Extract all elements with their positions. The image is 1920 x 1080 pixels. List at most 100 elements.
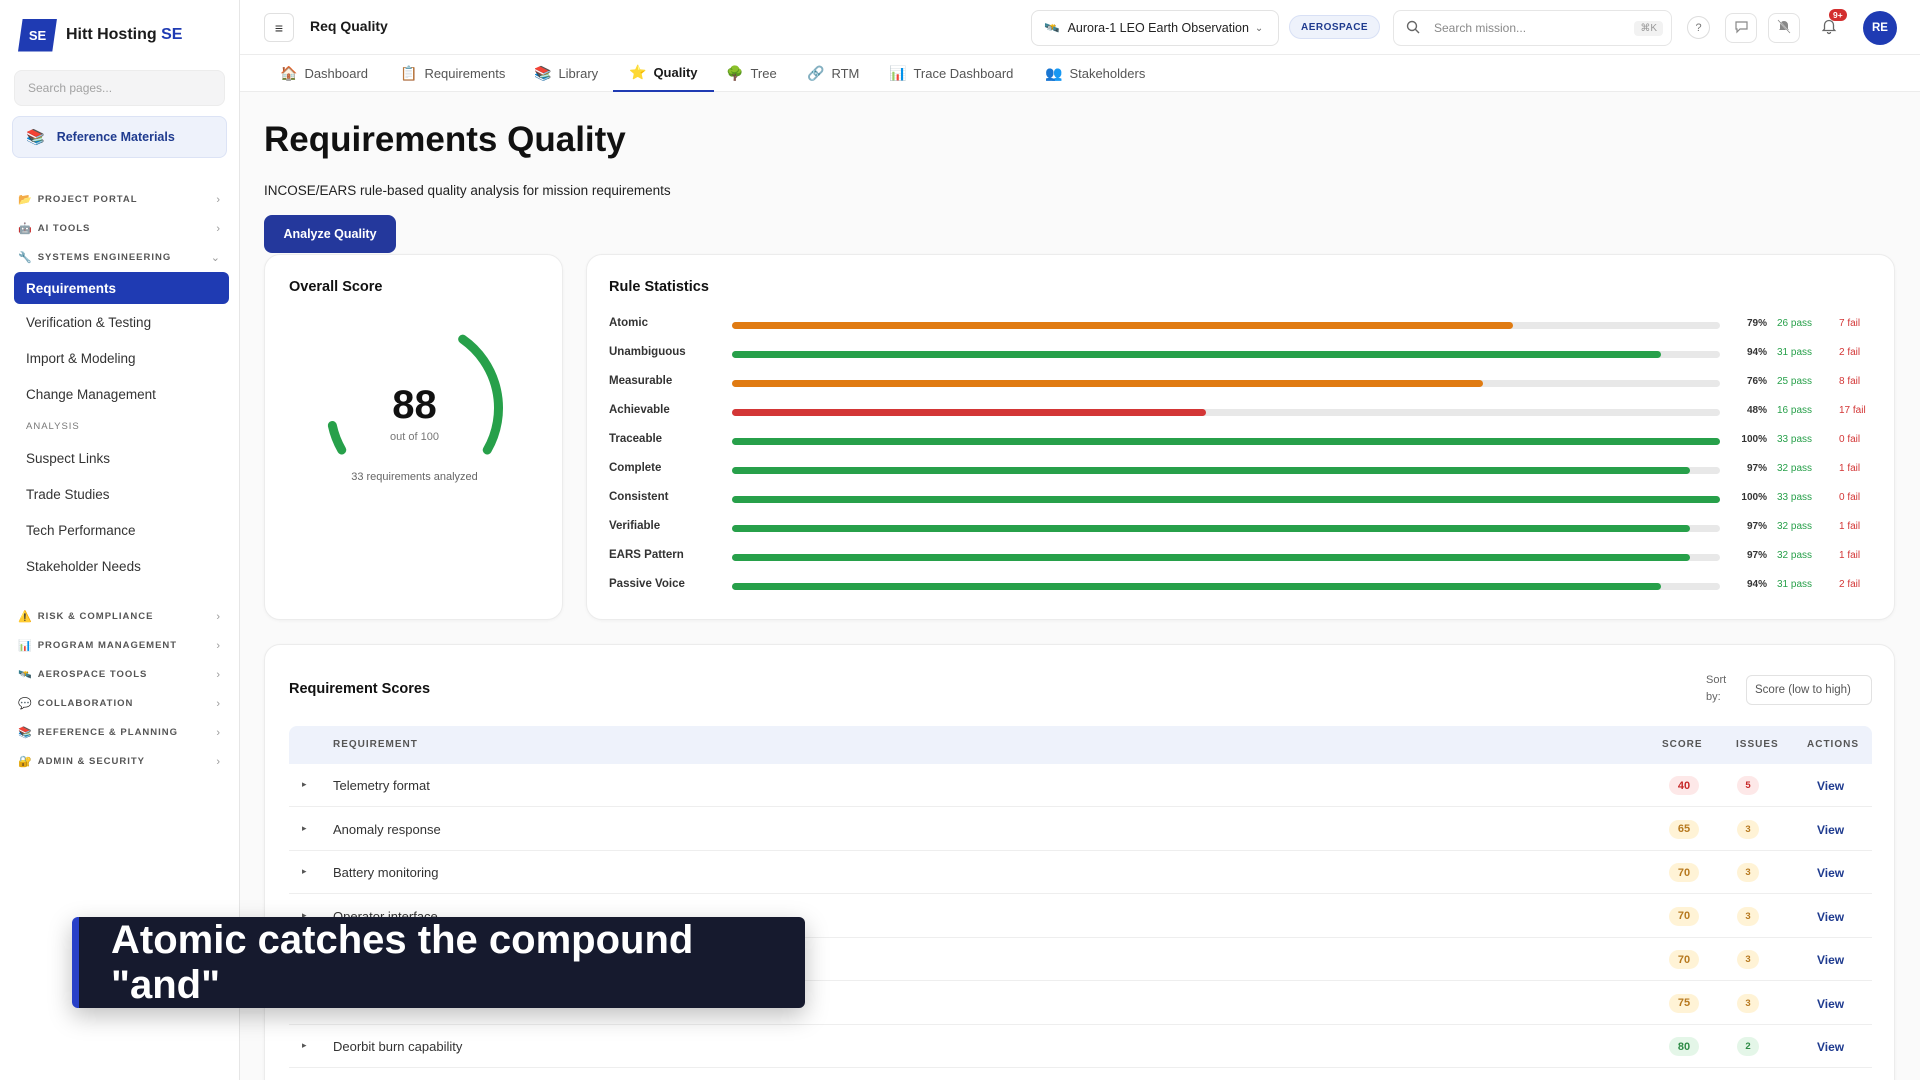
reference-materials-link[interactable]: 📚 Reference Materials	[12, 116, 227, 158]
rule-name: Verifiable	[609, 520, 661, 532]
nav-group-aerospace-tools[interactable]: 🛰️ AEROSPACE TOOLS ›	[0, 660, 239, 689]
rule-pass-count: 33 pass	[1777, 434, 1813, 445]
nav-group-systems-engineering[interactable]: 🔧 SYSTEMS ENGINEERING ⌄	[0, 243, 239, 272]
tab-stakeholders[interactable]: 👥 Stakeholders	[1029, 55, 1161, 92]
sidebar-item-verification-testing[interactable]: Verification & Testing	[0, 304, 239, 340]
table-row[interactable]: ▸ Telemetry format 40 5 View	[289, 764, 1872, 807]
rule-row: Complete 97% 32 pass 1 fail	[609, 460, 1889, 480]
nav-group-risk-compliance[interactable]: ⚠️ RISK & COMPLIANCE ›	[0, 602, 239, 631]
view-link[interactable]: View	[1817, 1040, 1844, 1054]
table-row[interactable]: ▸ Anomaly response 65 3 View	[289, 808, 1872, 851]
rule-progress-track	[732, 525, 1720, 532]
column-header-score[interactable]: SCORE	[1662, 739, 1703, 750]
analyze-quality-button[interactable]: Analyze Quality	[264, 215, 396, 253]
chevron-right-icon: ›	[216, 668, 221, 681]
requirement-name: Anomaly response	[333, 821, 441, 837]
lock-icon: 🔐	[18, 756, 33, 768]
nav-group-program-management[interactable]: 📊 PROGRAM MANAGEMENT ›	[0, 631, 239, 660]
folder-icon: 📂	[18, 194, 33, 206]
column-header-issues[interactable]: ISSUES	[1736, 739, 1779, 750]
expand-caret-icon[interactable]: ▸	[302, 779, 307, 790]
sort-select[interactable]: Score (low to high)	[1746, 675, 1872, 705]
rule-pass-count: 32 pass	[1777, 521, 1813, 532]
bell-slash-icon	[1777, 19, 1791, 37]
nav-group-label: AI TOOLS	[37, 223, 91, 234]
issues-pill: 3	[1737, 993, 1759, 1013]
rule-name: EARS Pattern	[609, 549, 684, 561]
view-link[interactable]: View	[1817, 779, 1844, 793]
table-row[interactable]: ▸ Deorbit burn capability 80 2 View	[289, 1025, 1872, 1068]
nav-group-reference-planning[interactable]: 📚 REFERENCE & PLANNING ›	[0, 718, 239, 747]
nav-group-ai-tools[interactable]: 🤖 AI TOOLS ›	[0, 214, 239, 243]
sidebar-item-change-management[interactable]: Change Management	[0, 376, 239, 412]
sidebar-item-suspect-links[interactable]: Suspect Links	[0, 440, 239, 476]
table-row[interactable]: ▸ Battery monitoring 70 3 View	[289, 851, 1872, 894]
issues-pill: 3	[1737, 819, 1759, 839]
star-icon: ⭐	[629, 64, 647, 80]
rule-fail-count: 0 fail	[1839, 492, 1861, 503]
column-header-requirement[interactable]: REQUIREMENT	[333, 739, 418, 750]
view-link[interactable]: View	[1817, 910, 1844, 924]
sidebar-item-trade-studies[interactable]: Trade Studies	[0, 476, 239, 512]
chat-button[interactable]	[1725, 13, 1757, 43]
nav-group-label: PROJECT PORTAL	[37, 194, 138, 205]
menu-toggle-button[interactable]: ≡	[264, 13, 294, 42]
rule-percent: 79%	[1746, 318, 1767, 329]
tab-label: Tree	[750, 66, 777, 81]
score-pill: 40	[1669, 776, 1699, 795]
rule-name: Unambiguous	[609, 346, 686, 358]
tree-icon: 🌳	[726, 65, 744, 81]
mission-select[interactable]: 🛰️ Aurora-1 LEO Earth Observation ⌄	[1031, 10, 1279, 46]
tab-dashboard[interactable]: 🏠 Dashboard	[264, 55, 384, 92]
tab-label: Library	[558, 66, 599, 81]
nav-group-admin-security[interactable]: 🔐 ADMIN & SECURITY ›	[0, 747, 239, 776]
chevron-right-icon: ›	[216, 639, 221, 652]
search-placeholder: Search mission...	[1434, 21, 1527, 35]
sidebar-item-import-modeling[interactable]: Import & Modeling	[0, 340, 239, 376]
mission-search-input[interactable]: Search mission... ⌘K	[1393, 10, 1672, 46]
overall-score-out-of: out of 100	[390, 431, 439, 443]
expand-caret-icon[interactable]: ▸	[302, 823, 307, 834]
notification-count-badge: 9+	[1829, 9, 1847, 21]
chat-icon	[1734, 20, 1749, 37]
user-avatar[interactable]: RE	[1863, 11, 1897, 45]
nav-group-label: COLLABORATION	[37, 698, 134, 709]
brand-name: Hitt Hosting SE	[66, 26, 182, 44]
rule-fail-count: 2 fail	[1839, 347, 1861, 358]
caption-overlay: Atomic catches the compound "and"	[72, 917, 805, 1008]
nav-subheading-analysis: ANALYSIS	[26, 420, 80, 432]
rule-fail-count: 7 fail	[1839, 318, 1861, 329]
view-link[interactable]: View	[1817, 823, 1844, 837]
nav-group-project-portal[interactable]: 📂 PROJECT PORTAL ›	[0, 185, 239, 214]
sidebar-item-stakeholder-needs[interactable]: Stakeholder Needs	[0, 548, 239, 584]
tab-requirements[interactable]: 📋 Requirements	[384, 55, 521, 92]
brand[interactable]: SE Hitt Hosting SE	[0, 0, 239, 70]
tab-library[interactable]: 📚 Library	[518, 55, 614, 92]
view-link[interactable]: View	[1817, 997, 1844, 1011]
tab-quality[interactable]: ⭐ Quality	[613, 55, 714, 92]
requirement-name: Telemetry format	[333, 778, 430, 793]
nav-group-collaboration[interactable]: 💬 COLLABORATION ›	[0, 689, 239, 718]
rule-progress-track	[732, 554, 1720, 561]
warning-icon: ⚠️	[18, 611, 33, 623]
view-link[interactable]: View	[1817, 866, 1844, 880]
expand-caret-icon[interactable]: ▸	[302, 866, 307, 877]
sidebar-item-tech-performance[interactable]: Tech Performance	[0, 512, 239, 548]
rule-statistics-title: Rule Statistics	[609, 279, 709, 295]
sidebar-search-input[interactable]: Search pages...	[14, 70, 225, 106]
rule-pass-count: 32 pass	[1777, 463, 1813, 474]
bar-chart-icon: 📊	[18, 640, 33, 652]
rule-progress-track	[732, 496, 1720, 503]
sidebar-item-requirements[interactable]: Requirements	[14, 272, 229, 304]
mute-notifications-button[interactable]	[1768, 13, 1800, 43]
rule-percent: 76%	[1746, 376, 1767, 387]
tab-rtm[interactable]: 🔗 RTM	[791, 55, 875, 92]
tab-tree[interactable]: 🌳 Tree	[710, 55, 793, 92]
tab-label: Dashboard	[304, 66, 369, 81]
tab-trace-dashboard[interactable]: 📊 Trace Dashboard	[873, 55, 1029, 92]
rule-progress-fill	[732, 467, 1691, 474]
rule-progress-fill	[732, 438, 1720, 445]
view-link[interactable]: View	[1817, 953, 1844, 967]
help-button[interactable]: ?	[1687, 16, 1710, 39]
expand-caret-icon[interactable]: ▸	[302, 1040, 307, 1051]
